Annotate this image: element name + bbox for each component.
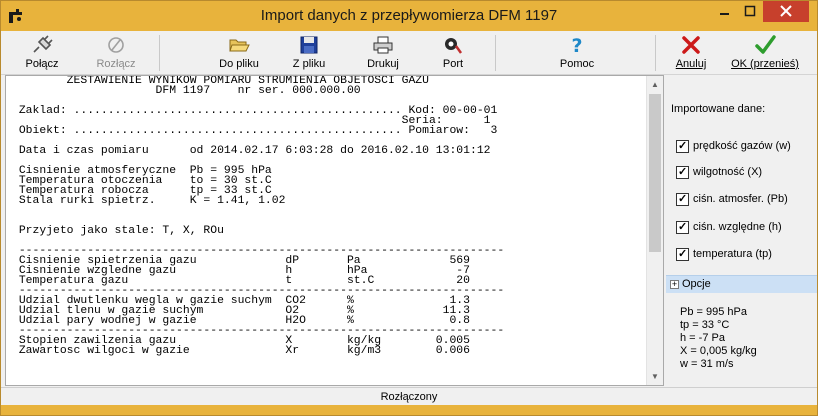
help-label: Pomoc bbox=[559, 58, 595, 70]
close-window-button[interactable] bbox=[763, 1, 809, 22]
toolbar: Połącz Rozłącz Do pliku Z pliku Drukuj P… bbox=[1, 31, 817, 75]
help-question-icon: ? bbox=[571, 35, 582, 55]
checkbox[interactable]: ✓ bbox=[676, 221, 689, 234]
toolbar-separator bbox=[159, 35, 160, 71]
check-mark-icon: ✓ bbox=[678, 193, 688, 205]
checkbox[interactable]: ✓ bbox=[676, 193, 689, 206]
check-mark-icon: ✓ bbox=[678, 248, 688, 260]
checkbox[interactable]: ✓ bbox=[676, 248, 689, 261]
floppy-disk-icon bbox=[300, 36, 318, 54]
imported-data-title: Importowane dane: bbox=[671, 103, 766, 115]
check-label: ciśn. względne (h) bbox=[693, 221, 782, 233]
expand-plus-icon[interactable]: + bbox=[670, 280, 679, 289]
close-icon bbox=[780, 5, 792, 17]
toolbar-separator bbox=[655, 35, 656, 71]
report-line: Data i czas pomiaru od 2014.02.17 6:03:2… bbox=[12, 145, 491, 157]
parameter-summary: Pb = 995 hPa tp = 33 °C h = -7 Pa X = 0,… bbox=[680, 306, 757, 371]
cancel-label: Anuluj bbox=[675, 58, 707, 70]
window-title: Import danych z przepływomierza DFM 1197 bbox=[260, 7, 558, 24]
ok-transfer-button[interactable]: OK (przenieś) bbox=[729, 33, 801, 73]
report-line: Zawartosc wilgoci w gazie Xr kg/m3 0.006 bbox=[12, 345, 470, 357]
options-expander[interactable]: + Opcje bbox=[666, 275, 817, 293]
maximize-icon bbox=[744, 5, 756, 17]
ok-check-icon bbox=[755, 35, 776, 54]
port-button[interactable]: Port bbox=[429, 33, 477, 73]
report-line: Przyjeto jako stale: T, X, ROu bbox=[12, 225, 224, 237]
connect-button[interactable]: Połącz bbox=[11, 33, 73, 73]
minimize-icon bbox=[720, 13, 729, 15]
import-options-panel: Importowane dane: ✓ prędkość gazów (w) ✓… bbox=[666, 75, 817, 386]
maximize-button[interactable] bbox=[737, 1, 763, 22]
cancel-button[interactable]: Anuluj bbox=[671, 33, 711, 73]
report-text: ZESTAWIENIE WYNIKOW POMIARU STRUMIENIA O… bbox=[6, 76, 646, 357]
report-line bbox=[12, 206, 646, 216]
connection-status: Rozłączony bbox=[380, 391, 438, 403]
disconnect-label: Rozłącz bbox=[96, 58, 136, 70]
param-line: w = 31 m/s bbox=[680, 358, 734, 370]
report-line: DFM 1197 nr ser. 000.000.00 bbox=[12, 85, 361, 97]
report-line: Obiekt: ................................… bbox=[12, 125, 498, 137]
check-mark-icon: ✓ bbox=[678, 166, 688, 178]
printer-icon bbox=[373, 36, 393, 54]
print-label: Drukuj bbox=[367, 58, 399, 70]
report-line: Stala rurki spietrz. K = 1.41, 1.02 bbox=[12, 195, 286, 207]
plug-connect-icon bbox=[33, 35, 53, 53]
check-mark-icon: ✓ bbox=[678, 140, 688, 152]
disconnect-button[interactable]: Rozłącz bbox=[85, 33, 147, 73]
cancel-x-icon bbox=[682, 36, 700, 54]
port-settings-icon bbox=[445, 38, 463, 54]
from-file-label: Z pliku bbox=[292, 58, 326, 70]
help-button[interactable]: ? Pomoc bbox=[557, 33, 597, 73]
to-file-label: Do pliku bbox=[219, 58, 259, 70]
ok-transfer-label: OK (przenieś) bbox=[731, 58, 799, 70]
checkbox[interactable]: ✓ bbox=[676, 140, 689, 153]
toolbar-separator bbox=[495, 35, 496, 71]
check-label: temperatura (tp) bbox=[693, 248, 772, 260]
check-mark-icon: ✓ bbox=[678, 221, 688, 233]
minimize-button[interactable] bbox=[711, 1, 737, 22]
check-label: wilgotność (X) bbox=[693, 166, 763, 178]
print-button[interactable]: Drukuj bbox=[357, 33, 409, 73]
report-vertical-scrollbar[interactable]: ▲ ▼ bbox=[646, 76, 663, 385]
plug-disconnect-icon bbox=[108, 37, 124, 53]
connect-label: Połącz bbox=[25, 58, 59, 70]
status-bar: Rozłączony bbox=[1, 387, 817, 405]
checkbox[interactable]: ✓ bbox=[676, 166, 689, 179]
port-label: Port bbox=[442, 58, 464, 70]
svg-text:?: ? bbox=[571, 35, 582, 55]
param-line: h = -7 Pa bbox=[680, 332, 725, 344]
options-label: Opcje bbox=[682, 278, 711, 290]
scroll-thumb[interactable] bbox=[649, 94, 661, 252]
report-panel[interactable]: ZESTAWIENIE WYNIKOW POMIARU STRUMIENIA O… bbox=[5, 75, 664, 386]
param-line: X = 0,005 kg/kg bbox=[680, 345, 757, 357]
to-file-button[interactable]: Do pliku bbox=[211, 33, 267, 73]
check-label: ciśn. atmosfer. (Pb) bbox=[693, 193, 788, 205]
param-line: Pb = 995 hPa bbox=[680, 306, 747, 318]
from-file-button[interactable]: Z pliku bbox=[283, 33, 335, 73]
scroll-down-arrow-icon[interactable]: ▼ bbox=[647, 368, 663, 385]
param-line: tp = 33 °C bbox=[680, 319, 730, 331]
title-bar: Import danych z przepływomierza DFM 1197 bbox=[1, 1, 817, 31]
app-window: Import danych z przepływomierza DFM 1197… bbox=[0, 0, 818, 416]
check-label: prędkość gazów (w) bbox=[693, 140, 791, 152]
window-bottom-border bbox=[1, 405, 817, 415]
folder-open-icon bbox=[229, 39, 250, 52]
scroll-up-arrow-icon[interactable]: ▲ bbox=[647, 76, 663, 93]
